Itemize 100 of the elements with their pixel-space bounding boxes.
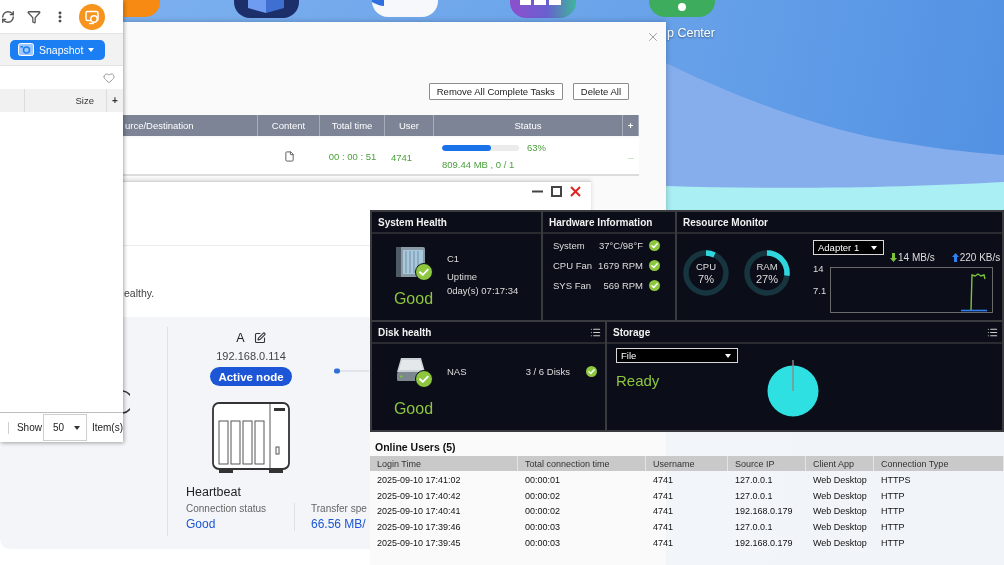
caret-icon xyxy=(88,47,95,52)
caret-icon xyxy=(871,245,877,250)
table-cell: 192.168.0.179 xyxy=(735,506,793,517)
connection-line-drawing xyxy=(334,368,369,374)
transfer-amount: 809.44 MB , 0 / 1 xyxy=(442,159,515,170)
column-header: User xyxy=(385,115,434,136)
panel-title: Storage xyxy=(613,326,651,338)
sensor-value: 1679 RPM xyxy=(598,259,643,271)
device-name: C1 xyxy=(447,253,460,264)
panel-title: Online Users (5) xyxy=(375,441,456,453)
favorite-heart-icon[interactable] xyxy=(103,71,115,84)
stat-label: Transfer spe xyxy=(311,503,367,514)
edit-icon[interactable] xyxy=(253,332,266,344)
add-column-button[interactable]: + xyxy=(112,95,118,106)
download-rate: 14 MB/s xyxy=(898,252,935,263)
gauge-value: 27% xyxy=(756,273,778,285)
items-label: Item(s) xyxy=(91,422,123,433)
table-cell: 2025-09-10 17:39:45 xyxy=(377,537,461,548)
progress-percent: 63% xyxy=(527,142,546,153)
nas-status-icon xyxy=(394,246,433,281)
gauge-value: 7% xyxy=(698,273,714,285)
delete-all-button[interactable]: Delete All xyxy=(572,83,629,100)
add-column-button[interactable]: + xyxy=(623,115,639,136)
gauge-label: CPU xyxy=(695,261,717,272)
cube-app-icon[interactable] xyxy=(234,0,299,18)
stat-label: Connection status xyxy=(186,503,267,514)
table-cell: HTTP xyxy=(881,537,905,548)
health-status: Good xyxy=(393,400,434,418)
snapshot-button[interactable]: Snapshot xyxy=(10,39,105,60)
sensor-value: 37°C/98°F xyxy=(598,239,643,251)
sensor-label: SYS Fan xyxy=(553,279,592,291)
upload-arrow-icon xyxy=(951,253,959,262)
circle-edge-icon[interactable] xyxy=(123,390,130,414)
filter-icon[interactable] xyxy=(27,9,41,24)
gauge-label: RAM xyxy=(756,261,778,272)
refresh-icon[interactable] xyxy=(1,9,15,24)
column-header: Login Time xyxy=(370,456,518,471)
list-icon[interactable] xyxy=(590,326,601,338)
table-cell: 4741 xyxy=(653,490,674,501)
table-cell: 00:00:01 xyxy=(525,474,561,485)
table-cell: 2025-09-10 17:40:41 xyxy=(377,506,461,517)
table-cell: 00:00:02 xyxy=(525,490,561,501)
column-header: Size xyxy=(75,95,95,106)
close-icon[interactable] xyxy=(570,185,581,197)
table-cell: 4741 xyxy=(653,522,674,533)
table-cell: 00 : 00 : 51 xyxy=(328,150,377,162)
panel-title: Resource Monitor xyxy=(683,216,768,228)
panel-title: Hardware Information xyxy=(549,216,653,228)
download-arrow-icon xyxy=(890,253,897,262)
column-header: Total connection time xyxy=(518,456,646,471)
uptime-label: Uptime xyxy=(447,271,478,282)
file-icon xyxy=(283,150,295,162)
sensor-value: 569 RPM xyxy=(603,279,643,291)
grid-app-icon[interactable] xyxy=(510,0,576,18)
volume-type-select[interactable]: File xyxy=(616,348,738,363)
device-name: NAS xyxy=(447,366,467,377)
show-label: Show xyxy=(16,422,42,433)
node-role-badge: Active node xyxy=(210,367,292,386)
table-cell: 4741 xyxy=(653,474,674,485)
panel-title: System Health xyxy=(378,216,447,228)
health-status: Good xyxy=(393,290,434,308)
caret-icon xyxy=(73,425,80,430)
table-cell: Web Desktop xyxy=(813,522,867,533)
uptime-value: 0day(s) 07:17:34 xyxy=(447,285,519,296)
dot-app-icon[interactable] xyxy=(649,0,715,17)
table-cell: Web Desktop xyxy=(813,506,867,517)
list-icon[interactable] xyxy=(987,326,998,338)
table-cell: Web Desktop xyxy=(813,490,867,501)
table-cell: 2025-09-10 17:41:02 xyxy=(377,474,461,485)
node-name: A xyxy=(236,331,245,345)
column-header: Connection Type xyxy=(874,456,1004,471)
table-cell: 00:00:03 xyxy=(525,537,561,548)
table-cell: HTTPS xyxy=(881,474,911,485)
page-size-select[interactable]: 50 xyxy=(42,414,87,441)
axis-label: 14 xyxy=(813,263,824,274)
adapter-select[interactable]: Adapter 1 xyxy=(813,240,884,255)
column-header: Total time xyxy=(320,115,385,136)
table-cell: 127.0.0.1 xyxy=(735,474,773,485)
caret-icon xyxy=(725,353,731,358)
panel-title: Disk health xyxy=(378,326,432,338)
remove-complete-button[interactable]: Remove All Complete Tasks xyxy=(428,83,563,100)
maximize-icon[interactable] xyxy=(551,185,562,197)
table-cell: HTTP xyxy=(881,490,905,501)
table-cell: 00:00:03 xyxy=(525,522,561,533)
stat-value: 66.56 MB/ xyxy=(311,517,366,531)
table-cell: 192.168.0.179 xyxy=(735,537,793,548)
table-cell: 4741 xyxy=(653,537,674,548)
column-header: Client App xyxy=(806,456,874,471)
table-cell: 4741 xyxy=(653,506,674,517)
column-header: Content xyxy=(258,115,320,136)
table-cell: 4741 xyxy=(391,152,413,163)
status-message: ealthy. xyxy=(124,287,155,299)
column-header: Source IP xyxy=(728,456,806,471)
table-cell: Web Desktop xyxy=(813,537,867,548)
table-cell: Web Desktop xyxy=(813,474,867,485)
upload-rate: 220 KB/s xyxy=(959,252,1001,263)
app-icon[interactable] xyxy=(372,0,438,17)
pie-slice xyxy=(767,365,819,417)
column-header: Username xyxy=(646,456,728,471)
table-cell: 2025-09-10 17:40:42 xyxy=(377,490,461,501)
